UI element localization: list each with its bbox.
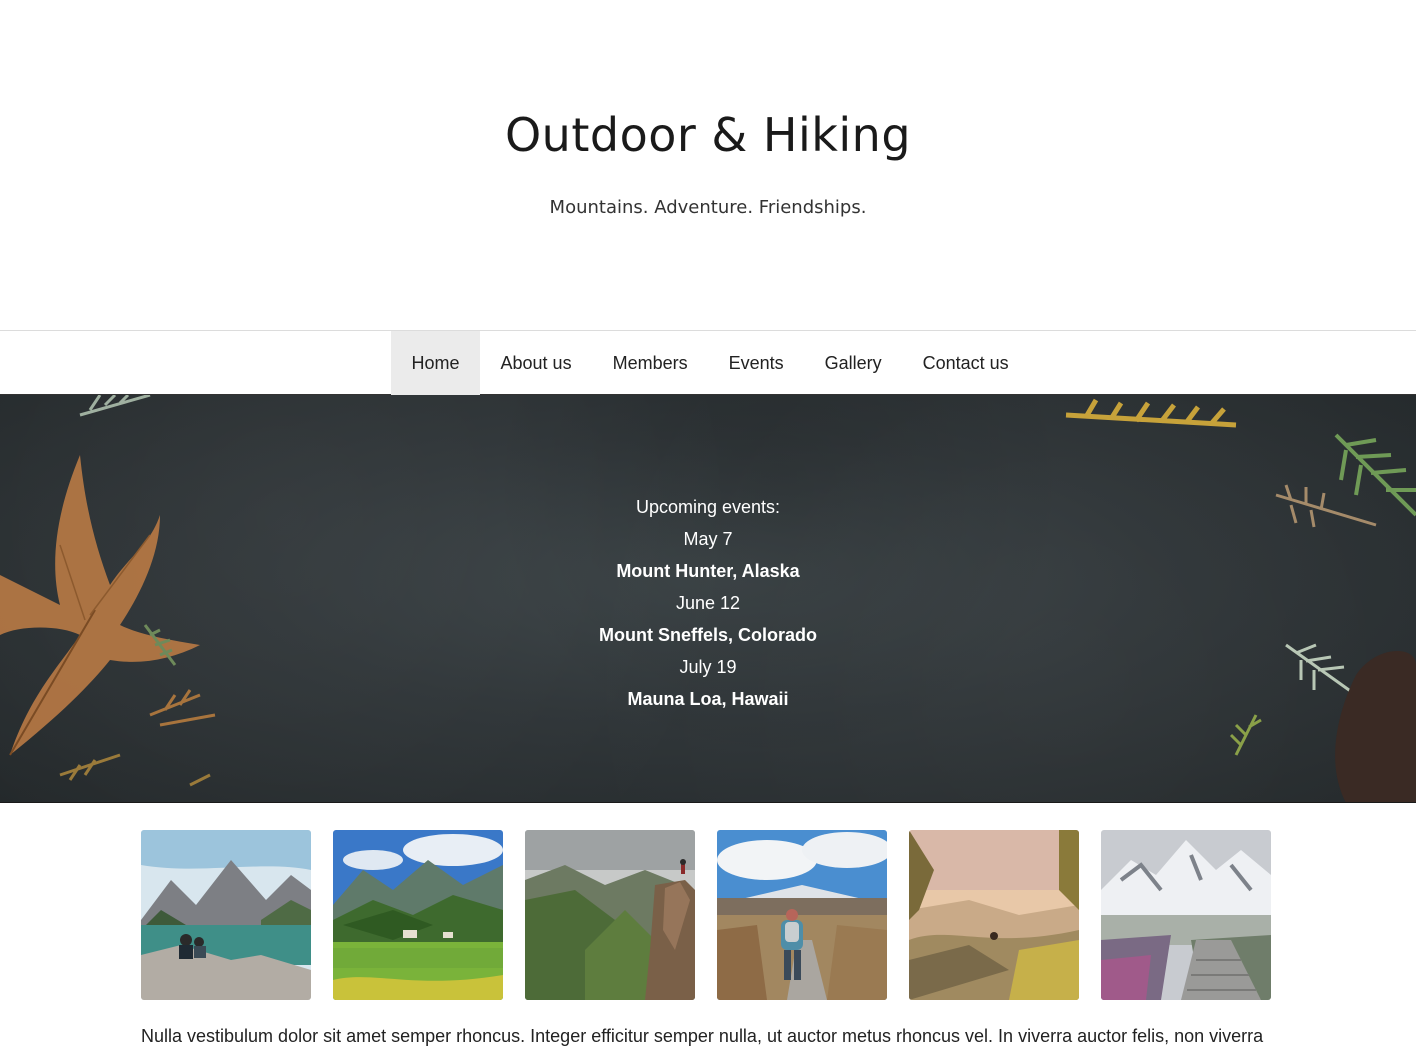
nav-item-contact-us[interactable]: Contact us [902,331,1029,395]
hero-banner: Upcoming events: May 7 Mount Hunter, Ala… [0,395,1416,803]
cliff-hiker-photo-icon [525,830,695,1000]
sunset-valley-photo-icon [909,830,1079,1000]
alpine-meadow-photo-icon [333,830,503,1000]
site-tagline: Mountains. Adventure. Friendships. [549,197,867,218]
nav-item-members[interactable]: Members [592,331,708,395]
nav-item-gallery[interactable]: Gallery [804,331,902,395]
photo-gallery [141,830,1271,1000]
event-place[interactable]: Mount Hunter, Alaska [0,555,1416,587]
site-header: Outdoor & Hiking Mountains. Adventure. F… [0,0,1416,330]
event-date: May 7 [683,529,733,549]
event-date: July 19 [679,657,737,677]
gallery-thumb[interactable] [141,830,311,1000]
gallery-thumb[interactable] [525,830,695,1000]
nav-item-events[interactable]: Events [708,331,804,395]
gallery-thumb[interactable] [717,830,887,1000]
main-nav: Home About us Members Events Gallery Con… [0,330,1416,395]
nav-item-about-us[interactable]: About us [480,331,592,395]
site-title[interactable]: Outdoor & Hiking [0,108,1416,162]
upcoming-events: Upcoming events: May 7 Mount Hunter, Ala… [0,491,1416,715]
nav-item-home[interactable]: Home [391,331,481,395]
events-heading: Upcoming events: [635,497,781,517]
event-place[interactable]: Mount Sneffels, Colorado [0,619,1416,651]
gallery-thumb[interactable] [1101,830,1271,1000]
intro-paragraph: Nulla vestibulum dolor sit amet semper r… [141,1026,1264,1046]
gallery-thumb[interactable] [333,830,503,1000]
nav-list: Home About us Members Events Gallery Con… [391,331,1029,395]
trail-hiker-photo-icon [717,830,887,1000]
event-place[interactable]: Mauna Loa, Hawaii [0,683,1416,715]
event-date: June 12 [675,593,741,613]
gallery-thumb[interactable] [909,830,1079,1000]
lake-hikers-photo-icon [141,830,311,1000]
snowy-peak-path-photo-icon [1101,830,1271,1000]
